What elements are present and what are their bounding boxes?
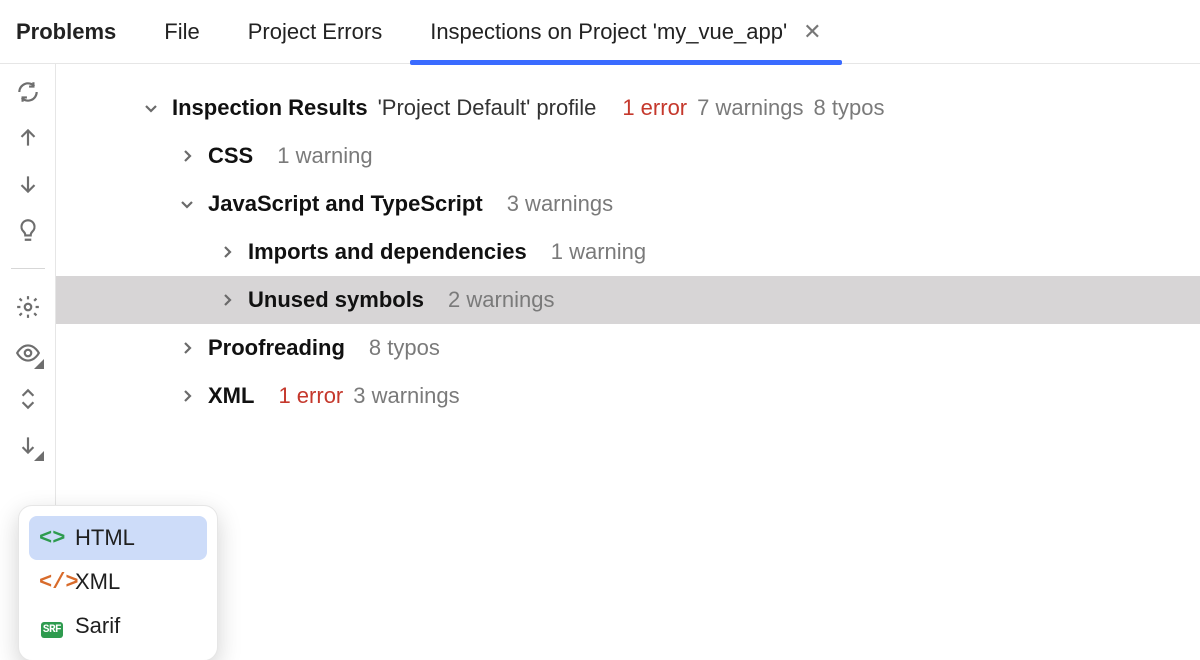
node-label: JavaScript and TypeScript bbox=[208, 191, 483, 217]
tab-label: Inspections on Project 'my_vue_app' bbox=[430, 19, 787, 45]
node-css[interactable]: CSS 1 warning bbox=[56, 132, 1200, 180]
arrow-up-icon[interactable] bbox=[14, 124, 42, 152]
node-jsts[interactable]: JavaScript and TypeScript 3 warnings bbox=[56, 180, 1200, 228]
preview-icon[interactable] bbox=[14, 339, 42, 367]
tabs-bar: Problems File Project Errors Inspections… bbox=[0, 0, 1200, 64]
tab-problems[interactable]: Problems bbox=[16, 0, 116, 64]
chevron-right-icon[interactable] bbox=[176, 388, 198, 404]
export-option-sarif[interactable]: SRF Sarif bbox=[29, 604, 207, 648]
option-label: Sarif bbox=[75, 613, 120, 639]
option-label: XML bbox=[75, 569, 120, 595]
node-label: Imports and dependencies bbox=[248, 239, 527, 265]
node-imports[interactable]: Imports and dependencies 1 warning bbox=[56, 228, 1200, 276]
option-label: HTML bbox=[75, 525, 135, 551]
node-label: XML bbox=[208, 383, 254, 409]
tab-project-errors[interactable]: Project Errors bbox=[248, 0, 382, 64]
gear-icon[interactable] bbox=[14, 293, 42, 321]
node-label: Unused symbols bbox=[248, 287, 424, 313]
sarif-icon: SRF bbox=[39, 614, 65, 639]
export-option-xml[interactable]: </> XML bbox=[29, 560, 207, 604]
tab-inspections[interactable]: Inspections on Project 'my_vue_app' ✕ bbox=[430, 0, 821, 64]
export-option-html[interactable]: <> HTML bbox=[29, 516, 207, 560]
node-unused[interactable]: Unused symbols 2 warnings bbox=[56, 276, 1200, 324]
summary-profile: 'Project Default' profile bbox=[378, 95, 597, 121]
html-icon: <> bbox=[39, 526, 65, 551]
node-count: 1 warning bbox=[277, 143, 372, 169]
node-count: 3 warnings bbox=[507, 191, 613, 217]
tab-label: File bbox=[164, 19, 199, 45]
summary-typos: 8 typos bbox=[814, 95, 885, 121]
node-count: 3 warnings bbox=[353, 383, 459, 409]
chevron-right-icon[interactable] bbox=[216, 292, 238, 308]
tab-file[interactable]: File bbox=[164, 0, 199, 64]
node-errors: 1 error bbox=[278, 383, 343, 409]
summary-title: Inspection Results bbox=[172, 95, 368, 121]
summary-errors: 1 error bbox=[622, 95, 687, 121]
tab-label: Problems bbox=[16, 19, 116, 45]
node-count: 1 warning bbox=[551, 239, 646, 265]
rerun-icon[interactable] bbox=[14, 78, 42, 106]
chevron-right-icon[interactable] bbox=[176, 340, 198, 356]
node-xml[interactable]: XML 1 error 3 warnings bbox=[56, 372, 1200, 420]
arrow-down-icon[interactable] bbox=[14, 170, 42, 198]
node-label: CSS bbox=[208, 143, 253, 169]
tab-label: Project Errors bbox=[248, 19, 382, 45]
node-label: Proofreading bbox=[208, 335, 345, 361]
chevron-right-icon[interactable] bbox=[176, 148, 198, 164]
summary-row[interactable]: Inspection Results 'Project Default' pro… bbox=[56, 84, 1200, 132]
separator bbox=[11, 268, 45, 269]
chevron-down-icon[interactable] bbox=[176, 196, 198, 212]
chevron-down-icon[interactable] bbox=[140, 100, 162, 116]
export-icon[interactable] bbox=[14, 431, 42, 459]
bulb-icon[interactable] bbox=[14, 216, 42, 244]
node-count: 2 warnings bbox=[448, 287, 554, 313]
chevron-right-icon[interactable] bbox=[216, 244, 238, 260]
summary-warnings: 7 warnings bbox=[697, 95, 803, 121]
results-tree: Inspection Results 'Project Default' pro… bbox=[56, 64, 1200, 660]
node-proofreading[interactable]: Proofreading 8 typos bbox=[56, 324, 1200, 372]
node-count: 8 typos bbox=[369, 335, 440, 361]
close-icon[interactable]: ✕ bbox=[803, 19, 821, 45]
xml-icon: </> bbox=[39, 570, 65, 595]
export-popup: <> HTML </> XML SRF Sarif bbox=[18, 505, 218, 660]
expand-collapse-icon[interactable] bbox=[14, 385, 42, 413]
